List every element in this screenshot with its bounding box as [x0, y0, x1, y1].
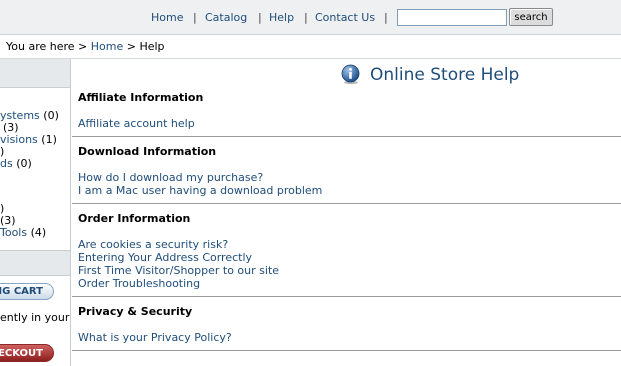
- cart-status-text: ently in your: [0, 311, 70, 324]
- category-count: (0): [43, 109, 59, 122]
- breadcrumb-separator: >: [126, 40, 136, 53]
- help-link[interactable]: First Time Visitor/Shopper to our site: [78, 264, 279, 277]
- shopping-cart-button[interactable]: NG CART: [0, 283, 54, 300]
- info-icon: [341, 64, 360, 85]
- category-item[interactable]: ds (0): [0, 157, 32, 170]
- checkout-button[interactable]: HECKOUT: [0, 344, 54, 362]
- category-count: (0): [16, 157, 32, 170]
- section-divider: [72, 203, 621, 204]
- categories-header: [0, 59, 70, 88]
- help-link[interactable]: Affiliate account help: [78, 117, 195, 130]
- breadcrumb-divider: [0, 58, 621, 59]
- section-divider: [72, 296, 621, 297]
- category-count: (4): [30, 226, 47, 239]
- section-title-privacy: Privacy & Security: [78, 305, 193, 318]
- category-count: (1): [41, 133, 57, 146]
- left-sidebar: ystems (0) (3) visions (1) ) ds (0) ) (3…: [0, 59, 71, 366]
- help-link[interactable]: I am a Mac user having a download proble…: [78, 184, 322, 197]
- top-navigation-bar: Home | Catalog | Help | Contact Us | sea…: [0, 0, 621, 35]
- nav-separator: |: [384, 11, 388, 24]
- section-title-download: Download Information: [78, 145, 217, 158]
- breadcrumb-home-link[interactable]: Home: [91, 40, 123, 53]
- nav-separator: |: [304, 11, 308, 24]
- help-link[interactable]: How do I download my purchase?: [78, 171, 263, 184]
- nav-separator: |: [193, 11, 197, 24]
- section-title-order: Order Information: [78, 212, 191, 225]
- section-divider: [72, 350, 621, 351]
- cart-section-header: [0, 250, 70, 276]
- section-title-affiliate: Affiliate Information: [78, 91, 204, 104]
- nav-home-link[interactable]: Home: [151, 11, 183, 24]
- search-input[interactable]: [397, 9, 507, 26]
- nav-separator: |: [258, 11, 262, 24]
- category-link[interactable]: visions: [0, 133, 38, 146]
- nav-help-link[interactable]: Help: [269, 11, 294, 24]
- nav-contact-link[interactable]: Contact Us: [315, 11, 375, 24]
- category-item[interactable]: visions (1): [0, 133, 57, 146]
- search-button[interactable]: search: [509, 8, 553, 26]
- help-link[interactable]: Are cookies a security risk?: [78, 238, 228, 251]
- nav-catalog-link[interactable]: Catalog: [205, 11, 247, 24]
- breadcrumb-current: Help: [139, 40, 165, 53]
- category-item[interactable]: Tools (4): [0, 226, 46, 239]
- page-title-text: Online Store Help: [370, 65, 520, 85]
- section-divider: [72, 136, 621, 137]
- breadcrumb: You are here > Home > Help: [6, 40, 165, 53]
- category-link[interactable]: ds: [0, 157, 13, 170]
- breadcrumb-prefix: You are here >: [6, 40, 88, 53]
- help-link[interactable]: Entering Your Address Correctly: [78, 251, 252, 264]
- category-link[interactable]: Tools: [0, 226, 27, 239]
- help-link[interactable]: Order Troubleshooting: [78, 277, 200, 290]
- help-link[interactable]: What is your Privacy Policy?: [78, 331, 232, 344]
